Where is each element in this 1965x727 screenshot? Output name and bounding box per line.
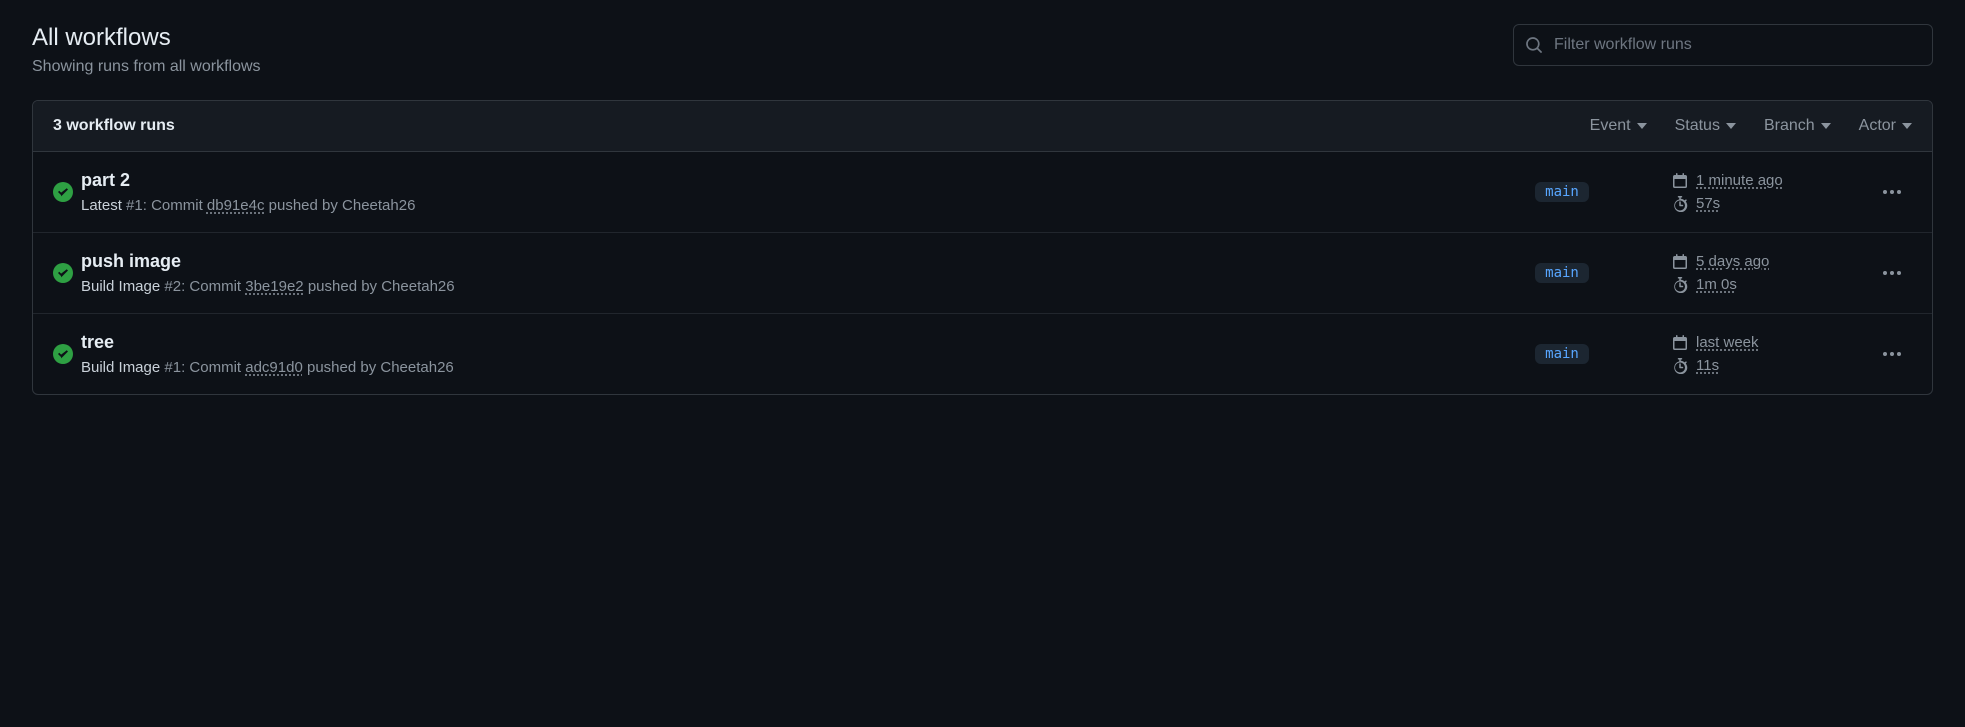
stopwatch-icon bbox=[1672, 196, 1688, 212]
run-duration: 11s bbox=[1672, 357, 1872, 374]
filter-actor[interactable]: Actor bbox=[1859, 117, 1912, 135]
pushed-by: pushed by Cheetah26 bbox=[304, 278, 455, 295]
run-time: 5 days ago bbox=[1672, 253, 1872, 270]
caret-down-icon bbox=[1902, 123, 1912, 129]
commit-link[interactable]: adc91d0 bbox=[245, 359, 303, 376]
run-duration-text: 11s bbox=[1696, 357, 1719, 374]
workflow-name: Build Image bbox=[81, 278, 160, 295]
search-input[interactable] bbox=[1513, 24, 1933, 66]
stopwatch-icon bbox=[1672, 277, 1688, 293]
branch-badge[interactable]: main bbox=[1535, 182, 1589, 202]
workflow-runs-box: 3 workflow runs Event Status Branch Acto… bbox=[32, 100, 1933, 395]
workflow-name: Latest bbox=[81, 197, 122, 214]
run-subtitle: Build Image #1: Commit adc91d0 pushed by… bbox=[81, 359, 1452, 376]
run-duration-text: 57s bbox=[1696, 195, 1720, 212]
run-title-link[interactable]: part 2 bbox=[81, 170, 130, 191]
run-time-text: 1 minute ago bbox=[1696, 172, 1783, 189]
run-menu-button[interactable] bbox=[1879, 267, 1905, 279]
commit-link[interactable]: db91e4c bbox=[207, 197, 265, 214]
workflow-name: Build Image bbox=[81, 359, 160, 376]
stopwatch-icon bbox=[1672, 358, 1688, 374]
workflow-run-row: part 2 Latest #1: Commit db91e4c pushed … bbox=[33, 152, 1932, 233]
workflow-run-row: push image Build Image #2: Commit 3be19e… bbox=[33, 233, 1932, 314]
filter-status[interactable]: Status bbox=[1675, 117, 1736, 135]
pushed-by: pushed by Cheetah26 bbox=[303, 359, 454, 376]
run-count: 3 workflow runs bbox=[53, 117, 175, 135]
commit-prefix: : Commit bbox=[143, 197, 207, 214]
kebab-dot bbox=[1890, 271, 1894, 275]
run-number: #1 bbox=[164, 359, 181, 376]
kebab-dot bbox=[1890, 352, 1894, 356]
workflow-run-row: tree Build Image #1: Commit adc91d0 push… bbox=[33, 314, 1932, 394]
search-icon bbox=[1525, 36, 1543, 54]
box-header: 3 workflow runs Event Status Branch Acto… bbox=[33, 101, 1932, 152]
filter-actor-label: Actor bbox=[1859, 117, 1896, 135]
commit-link[interactable]: 3be19e2 bbox=[245, 278, 303, 295]
commit-prefix: : Commit bbox=[181, 278, 245, 295]
status-success-icon bbox=[53, 263, 81, 283]
status-success-icon bbox=[53, 344, 81, 364]
kebab-dot bbox=[1897, 271, 1901, 275]
filter-branch[interactable]: Branch bbox=[1764, 117, 1831, 135]
branch-badge[interactable]: main bbox=[1535, 344, 1589, 364]
run-subtitle: Latest #1: Commit db91e4c pushed by Chee… bbox=[81, 197, 1452, 214]
commit-prefix: : Commit bbox=[181, 359, 245, 376]
run-time: last week bbox=[1672, 334, 1872, 351]
kebab-dot bbox=[1883, 190, 1887, 194]
run-title-link[interactable]: push image bbox=[81, 251, 181, 272]
status-success-icon bbox=[53, 182, 81, 202]
filter-event[interactable]: Event bbox=[1590, 117, 1647, 135]
caret-down-icon bbox=[1821, 123, 1831, 129]
run-menu-button[interactable] bbox=[1879, 348, 1905, 360]
run-duration: 1m 0s bbox=[1672, 276, 1872, 293]
run-subtitle: Build Image #2: Commit 3be19e2 pushed by… bbox=[81, 278, 1452, 295]
run-title-link[interactable]: tree bbox=[81, 332, 114, 353]
kebab-dot bbox=[1883, 271, 1887, 275]
filter-status-label: Status bbox=[1675, 117, 1720, 135]
run-number: #2 bbox=[164, 278, 181, 295]
run-time-text: last week bbox=[1696, 334, 1759, 351]
filter-event-label: Event bbox=[1590, 117, 1631, 135]
kebab-dot bbox=[1890, 190, 1894, 194]
calendar-icon bbox=[1672, 254, 1688, 270]
page-title: All workflows bbox=[32, 24, 261, 52]
calendar-icon bbox=[1672, 173, 1688, 189]
run-number: #1 bbox=[126, 197, 143, 214]
caret-down-icon bbox=[1637, 123, 1647, 129]
run-time: 1 minute ago bbox=[1672, 172, 1872, 189]
run-menu-button[interactable] bbox=[1879, 186, 1905, 198]
calendar-icon bbox=[1672, 335, 1688, 351]
kebab-dot bbox=[1897, 190, 1901, 194]
run-duration-text: 1m 0s bbox=[1696, 276, 1737, 293]
run-time-text: 5 days ago bbox=[1696, 253, 1769, 270]
filter-branch-label: Branch bbox=[1764, 117, 1815, 135]
caret-down-icon bbox=[1726, 123, 1736, 129]
branch-badge[interactable]: main bbox=[1535, 263, 1589, 283]
page-subtitle: Showing runs from all workflows bbox=[32, 58, 261, 76]
filter-bar: Event Status Branch Actor bbox=[1590, 117, 1912, 135]
run-duration: 57s bbox=[1672, 195, 1872, 212]
kebab-dot bbox=[1897, 352, 1901, 356]
pushed-by: pushed by Cheetah26 bbox=[264, 197, 415, 214]
kebab-dot bbox=[1883, 352, 1887, 356]
search-container bbox=[1513, 24, 1933, 66]
